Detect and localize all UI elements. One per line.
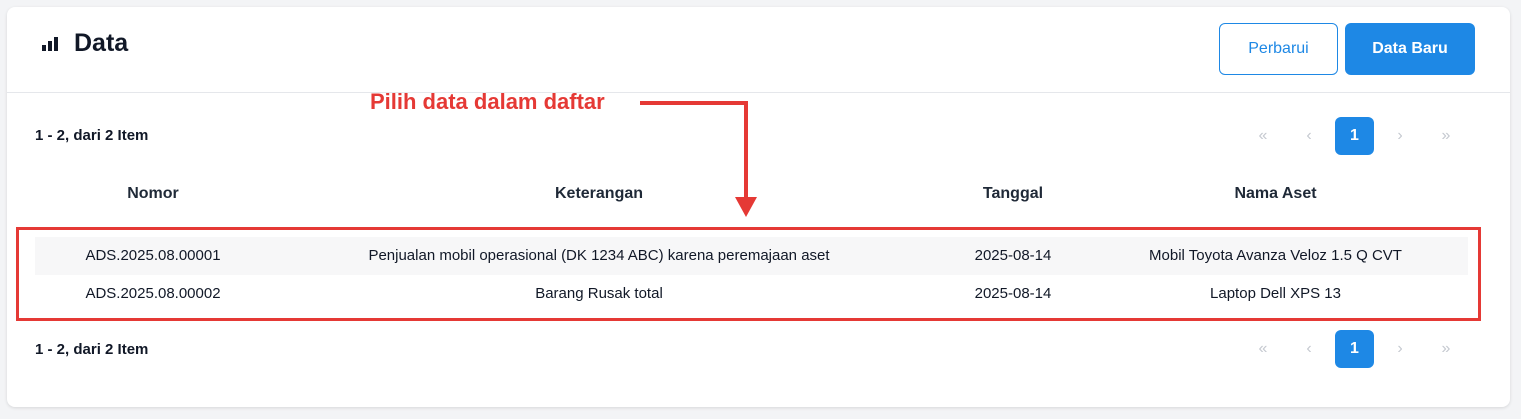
column-header-nama-aset[interactable]: Nama Aset: [1099, 185, 1452, 203]
annotation-highlight-box: [16, 227, 1481, 321]
next-page-button[interactable]: ›: [1377, 330, 1423, 368]
pagination-top: « ‹ 1 › »: [1240, 116, 1480, 156]
column-header-tanggal[interactable]: Tanggal: [927, 185, 1099, 203]
title-group: Data: [42, 29, 128, 58]
prev-page-button[interactable]: ‹: [1286, 330, 1332, 368]
new-data-button[interactable]: Data Baru: [1345, 23, 1475, 75]
page-button-current[interactable]: 1: [1335, 117, 1374, 155]
page-button-current[interactable]: 1: [1335, 330, 1374, 368]
bar-chart-icon: [42, 36, 58, 51]
column-header-keterangan[interactable]: Keterangan: [271, 185, 927, 203]
annotation-arrow-horizontal: [640, 101, 748, 105]
annotation-label: Pilih data dalam daftar: [370, 89, 605, 114]
first-page-button[interactable]: «: [1240, 117, 1286, 155]
first-page-button[interactable]: «: [1240, 330, 1286, 368]
page-title: Data: [74, 29, 129, 57]
last-page-button[interactable]: »: [1423, 117, 1469, 155]
column-header-nomor[interactable]: Nomor: [35, 185, 271, 203]
card-header: Data Perbarui Data Baru: [7, 7, 1510, 93]
item-count-bottom: 1 - 2, dari 2 Item: [35, 341, 149, 358]
last-page-button[interactable]: »: [1423, 330, 1469, 368]
pagination-bottom: « ‹ 1 › »: [1240, 329, 1480, 369]
prev-page-button[interactable]: ‹: [1286, 117, 1332, 155]
next-page-button[interactable]: ›: [1377, 117, 1423, 155]
refresh-button[interactable]: Perbarui: [1219, 23, 1338, 75]
item-count-top: 1 - 2, dari 2 Item: [35, 127, 149, 144]
